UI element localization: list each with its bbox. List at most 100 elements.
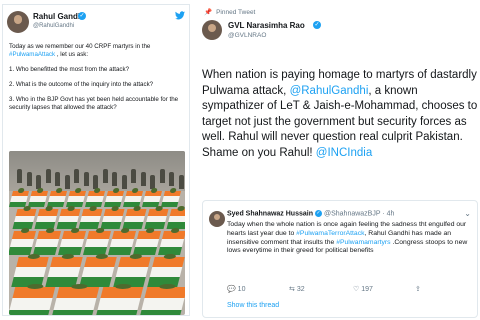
show-thread-link[interactable]: Show this thread bbox=[227, 302, 279, 309]
flag-draped-coffin bbox=[56, 206, 81, 229]
flag-stripe bbox=[146, 215, 167, 223]
flag-stripe bbox=[81, 266, 115, 277]
tweet-text-segment: Shame on you Rahul! bbox=[202, 146, 316, 159]
pin-icon: 📌 bbox=[204, 9, 213, 16]
quoted-author-handle[interactable]: @ShahnawazBJP bbox=[324, 210, 380, 217]
hashtag-link[interactable]: #PulwamaAttack bbox=[9, 51, 55, 58]
flag-draped-coffin bbox=[147, 254, 185, 287]
flag-stripe bbox=[60, 238, 85, 247]
flag-draped-coffin bbox=[138, 284, 185, 315]
person-figure bbox=[131, 169, 136, 183]
flag-draped-coffin bbox=[9, 188, 29, 207]
flag-draped-coffin bbox=[11, 254, 49, 287]
share-button[interactable]: ⇪ bbox=[415, 285, 421, 293]
author-name[interactable]: GVL Narasimha Rao bbox=[228, 21, 305, 30]
tweet-header: Rahul Gandhi ✓ @RahulGandhi bbox=[7, 11, 187, 37]
flag-stripe bbox=[78, 222, 100, 229]
flag-stripe bbox=[36, 215, 57, 223]
person-figure bbox=[74, 169, 79, 183]
tweet-text-segment: 2. What is the outcome of the inquiry in… bbox=[9, 81, 154, 88]
author-handle[interactable]: @GVLNRAO bbox=[228, 32, 266, 39]
flag-draped-coffin bbox=[108, 228, 136, 255]
rahul-avatar[interactable] bbox=[7, 11, 29, 33]
flag-draped-coffin bbox=[142, 188, 162, 207]
flag-stripe bbox=[160, 238, 185, 247]
flag-draped-coffin bbox=[166, 206, 185, 229]
mention-link[interactable]: @INCIndia bbox=[316, 147, 372, 159]
flag-stripe bbox=[102, 215, 123, 223]
person-figure bbox=[64, 175, 70, 189]
quoted-author-name[interactable]: Syed Shahnawaz Hussain bbox=[227, 210, 313, 217]
person-figure bbox=[169, 172, 174, 186]
like-button[interactable]: ♡ 197 bbox=[353, 285, 373, 293]
flag-draped-coffin bbox=[94, 284, 144, 315]
flag-stripe bbox=[53, 298, 97, 310]
flag-stripe bbox=[97, 298, 141, 310]
flag-stripe bbox=[9, 309, 50, 315]
flag-draped-coffin bbox=[50, 284, 100, 315]
person-figure bbox=[26, 172, 32, 186]
tweet-text-segment: Today as we remember our 40 CRPF martyrs… bbox=[9, 43, 151, 50]
person-figure bbox=[121, 175, 127, 189]
flag-stripe bbox=[149, 266, 183, 277]
shahnawaz-avatar[interactable] bbox=[209, 211, 225, 227]
tweet-actions: 💬 10 ⇆ 32 ♡ 197 ⇪ bbox=[227, 285, 467, 297]
hashtag-link[interactable]: #PulwamaTerrorAttack bbox=[296, 230, 364, 237]
person-figure bbox=[140, 172, 146, 186]
flag-stripe bbox=[135, 238, 160, 247]
reply-button[interactable]: 💬 10 bbox=[227, 285, 245, 293]
flag-stripe bbox=[110, 238, 135, 247]
person-figure bbox=[102, 169, 108, 183]
pinned-indicator: 📌 Pinned Tweet bbox=[196, 8, 255, 16]
twitter-bird-icon bbox=[175, 11, 185, 22]
rahul-tweet-card: Rahul Gandhi ✓ @RahulGandhi Today as we … bbox=[2, 4, 190, 316]
person-figure bbox=[178, 175, 184, 189]
reply-count: 10 bbox=[237, 286, 246, 293]
coffins-photo[interactable] bbox=[9, 151, 185, 315]
flag-stripe bbox=[9, 246, 33, 255]
tweet-paragraph: Today as we remember our 40 CRPF martyrs… bbox=[9, 43, 187, 59]
flag-draped-coffin bbox=[9, 284, 56, 315]
person-figure bbox=[45, 169, 51, 183]
chevron-down-icon[interactable]: ⌄ bbox=[464, 209, 471, 218]
flag-stripe bbox=[138, 309, 182, 315]
tweet-paragraph: 3. Who in the BJP Govt has yet been held… bbox=[9, 96, 187, 112]
verified-badge-icon: ✓ bbox=[313, 21, 321, 29]
gvl-avatar[interactable] bbox=[202, 20, 222, 40]
tweet-paragraph: 1. Who benefitted the most from the atta… bbox=[9, 66, 187, 74]
heart-icon: ♡ bbox=[353, 286, 360, 293]
flag-stripe bbox=[47, 266, 81, 277]
retweet-count: 32 bbox=[296, 286, 305, 293]
flag-draped-coffin bbox=[66, 188, 86, 207]
hashtag-link[interactable]: #Pulwamamartyrs bbox=[336, 239, 390, 246]
flag-draped-coffin bbox=[133, 228, 161, 255]
flag-draped-coffin bbox=[47, 188, 67, 207]
quoted-tweet[interactable]: Syed Shahnawaz Hussain ✓ @ShahnawazBJP · 4… bbox=[202, 200, 478, 318]
flag-draped-coffin bbox=[78, 206, 103, 229]
mention-link[interactable]: @RahulGandhi bbox=[290, 85, 369, 97]
flag-stripe bbox=[14, 215, 35, 223]
verified-badge-icon: ✓ bbox=[78, 12, 86, 20]
flag-stripe bbox=[9, 298, 53, 310]
flag-draped-coffin bbox=[12, 206, 37, 229]
retweet-icon: ⇆ bbox=[289, 286, 295, 293]
flag-stripe bbox=[168, 215, 185, 223]
quoted-header: Syed Shahnawaz Hussain ✓ @ShahnawazBJP · 4… bbox=[227, 210, 394, 217]
flag-draped-coffin bbox=[122, 206, 147, 229]
flag-stripe bbox=[80, 215, 101, 223]
flag-draped-coffin bbox=[83, 228, 111, 255]
person-figure bbox=[36, 175, 41, 189]
flag-stripe bbox=[58, 215, 79, 223]
quoted-time[interactable]: · 4h bbox=[382, 210, 394, 217]
flag-stripe bbox=[115, 266, 149, 277]
person-figure bbox=[55, 172, 60, 186]
author-handle[interactable]: @RahulGandhi bbox=[33, 23, 74, 29]
flag-draped-coffin bbox=[123, 188, 143, 207]
retweet-button[interactable]: ⇆ 32 bbox=[289, 285, 305, 293]
person-figure bbox=[93, 175, 98, 189]
like-count: 197 bbox=[361, 286, 373, 293]
flag-stripe bbox=[141, 298, 185, 310]
flag-stripe bbox=[161, 201, 179, 207]
tweet-text-segment: 3. Who in the BJP Govt has yet been held… bbox=[9, 96, 179, 111]
flag-stripe bbox=[94, 309, 138, 315]
